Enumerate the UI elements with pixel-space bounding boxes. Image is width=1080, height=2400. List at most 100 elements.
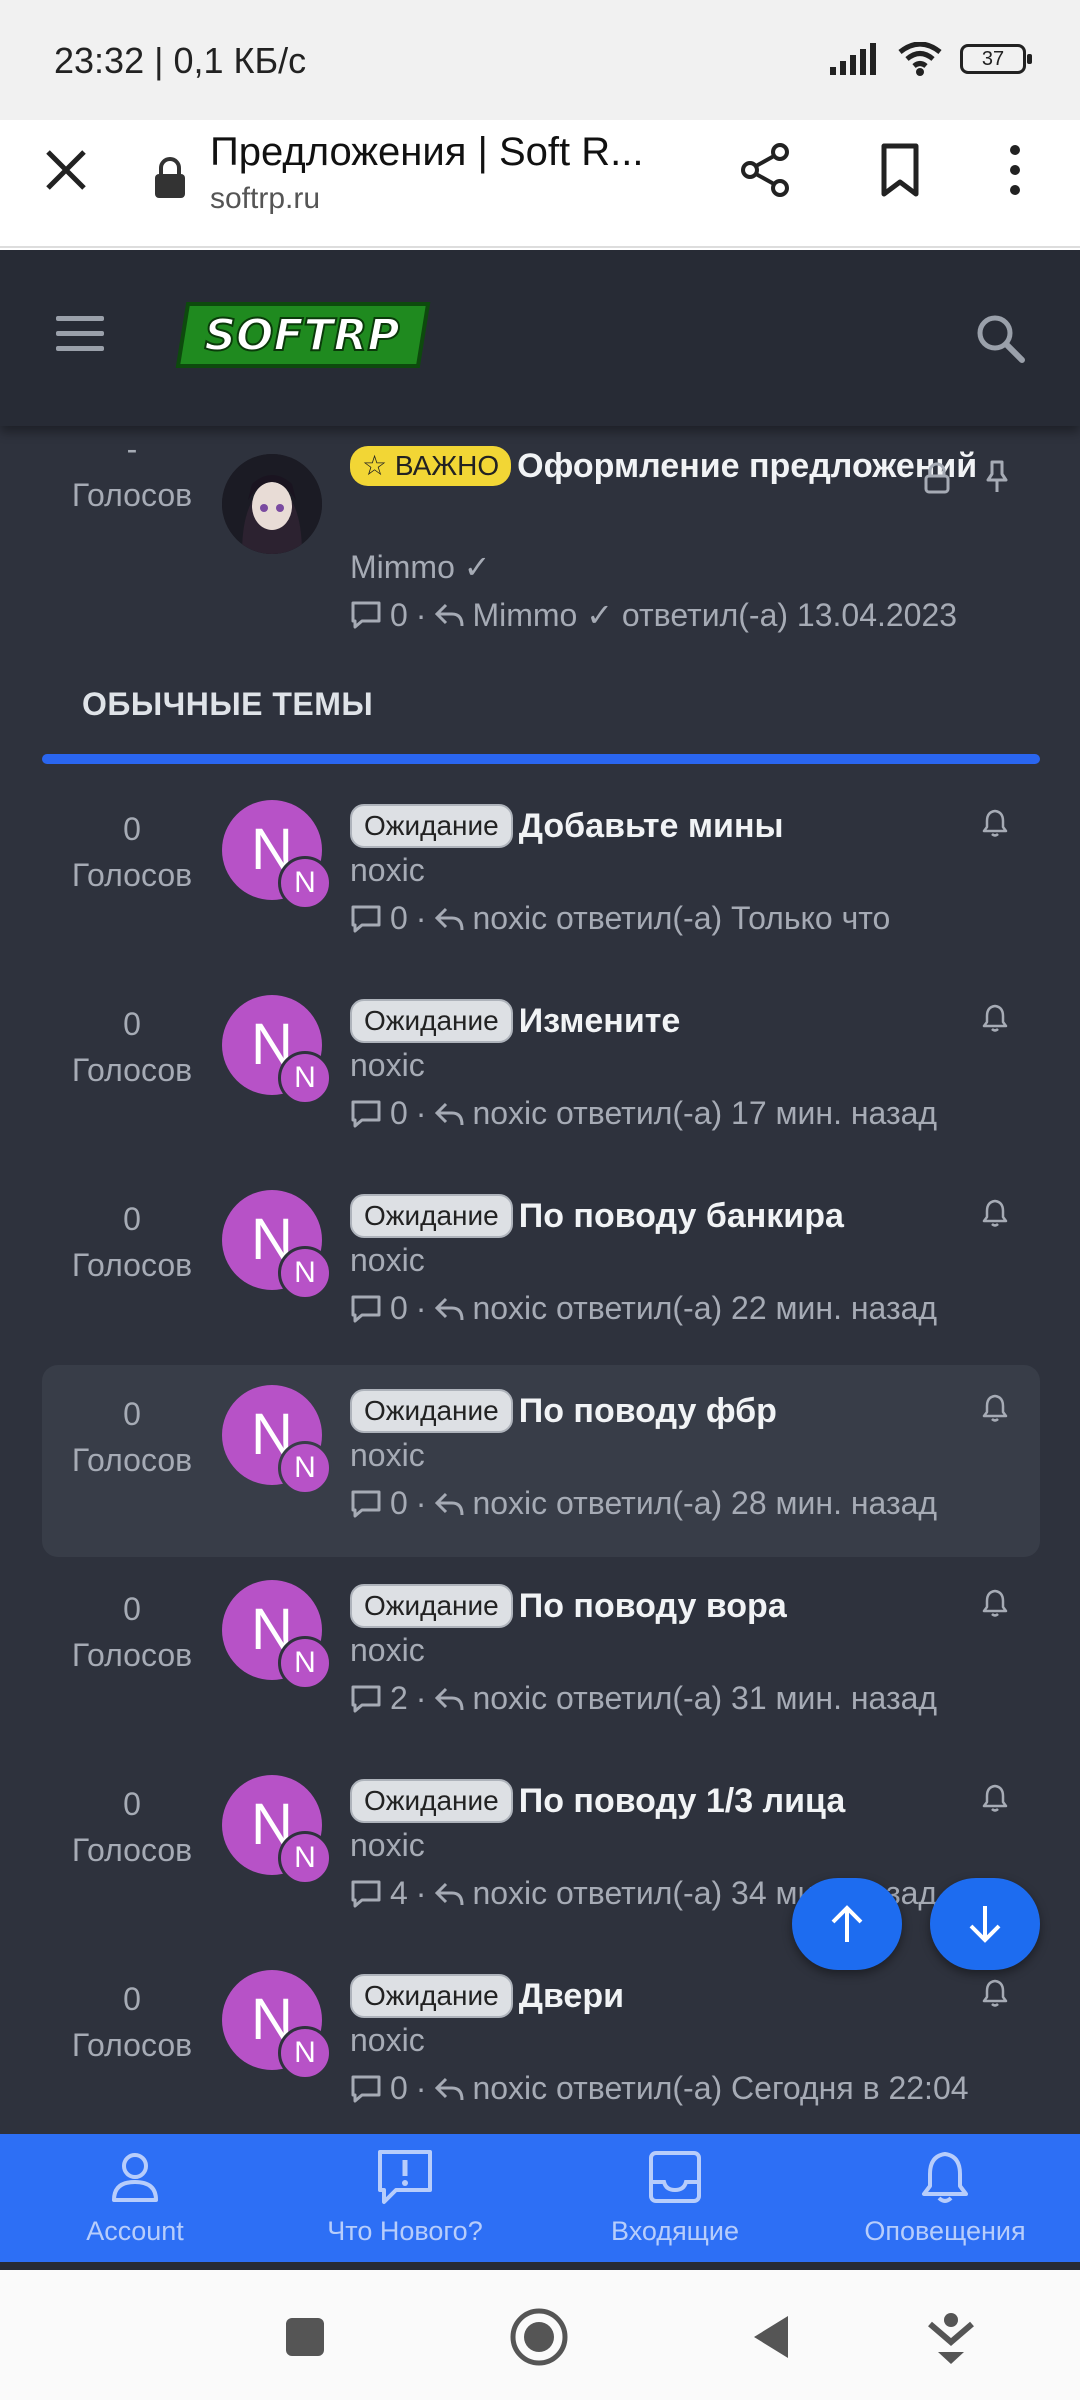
assistant-icon[interactable] xyxy=(926,2310,976,2366)
scroll-bottom-button[interactable] xyxy=(930,1878,1040,1970)
reply-count: 0 xyxy=(390,1485,408,1521)
thread-author[interactable]: noxic xyxy=(350,1242,425,1279)
status-bar: 23:32 | 0,1 КБ/с 37 xyxy=(0,0,1080,120)
thread-title[interactable]: Оформление предложений xyxy=(517,447,977,485)
thread-author[interactable]: noxic xyxy=(350,2022,425,2059)
thread-title-line[interactable]: ☆ ВАЖНО Оформление предложений xyxy=(350,440,990,492)
watch-bell-icon[interactable] xyxy=(980,1783,1010,1813)
watch-bell-icon[interactable] xyxy=(980,1393,1010,1423)
thread-title[interactable]: По поводу фбр xyxy=(519,1392,777,1430)
thread-title[interactable]: Двери xyxy=(519,1977,624,2015)
important-badge: ☆ ВАЖНО xyxy=(350,446,512,486)
thread-author[interactable]: noxic xyxy=(350,1827,425,1864)
watch-bell-icon[interactable] xyxy=(980,1978,1010,2008)
thread-author[interactable]: noxic xyxy=(350,1437,425,1474)
thread-author[interactable]: noxic xyxy=(350,1047,425,1084)
thread-row[interactable]: 0 Голосов N N Ожидание Измените noxic 0 · noxic о… xyxy=(42,975,1040,1167)
status-badge: Ожидание xyxy=(350,1974,513,2018)
thread-title-line[interactable]: Ожидание По поводу фбр xyxy=(350,1385,990,1437)
last-reply[interactable]: noxic ответил(-а) 28 мин. назад xyxy=(472,1485,937,1522)
avatar-small[interactable]: N xyxy=(278,2026,332,2080)
watch-bell-icon[interactable] xyxy=(980,1003,1010,1033)
share-icon[interactable] xyxy=(738,142,794,198)
nav-label: Оповещения xyxy=(864,2216,1026,2246)
vote-count: 0 Голосов xyxy=(71,1006,193,1088)
status-badge: Ожидание xyxy=(350,1389,513,1433)
nav-label: Account xyxy=(86,2216,184,2246)
reply-count: 0 xyxy=(390,1095,408,1131)
thread-row[interactable]: 0 Голосов N N Ожидание По поводу фбр noxic 0 · no… xyxy=(42,1365,1040,1557)
thread-author[interactable]: noxic xyxy=(350,1632,425,1669)
thread-list: - Голосов ☆ ВАЖНО Оформление предложений … xyxy=(0,426,1080,2270)
last-reply[interactable]: noxic ответил(-а) 31 мин. назад xyxy=(472,1680,937,1717)
watch-bell-icon[interactable] xyxy=(980,1588,1010,1618)
last-reply[interactable]: noxic ответил(-а) 17 мин. назад xyxy=(472,1095,937,1132)
thread-row[interactable]: 0 Голосов N N Ожидание По поводу банкира noxic… xyxy=(42,1170,1040,1362)
back-icon[interactable] xyxy=(750,2312,792,2362)
thread-title-line[interactable]: Ожидание По поводу вора xyxy=(350,1580,990,1632)
thread-title-line[interactable]: Ожидание Двери xyxy=(350,1970,990,2022)
last-reply[interactable]: Mimmo ✓ ответил(-а) 13.04.2023 xyxy=(472,596,957,634)
home-icon[interactable] xyxy=(508,2306,570,2368)
status-badge: Ожидание xyxy=(350,1584,513,1628)
thread-title-line[interactable]: Ожидание Добавьте мины xyxy=(350,800,990,852)
nav-whats-new[interactable]: Что Нового? xyxy=(270,2134,540,2262)
last-reply[interactable]: noxic ответил(-а) 22 мин. назад xyxy=(472,1290,937,1327)
scroll-top-button[interactable] xyxy=(792,1878,902,1970)
thread-author[interactable]: noxic xyxy=(350,852,425,889)
close-icon[interactable] xyxy=(40,144,92,196)
last-reply[interactable]: noxic ответил(-а) Только что xyxy=(472,900,890,937)
more-options-icon[interactable] xyxy=(1000,142,1030,198)
thread-title[interactable]: По поводу 1/3 лица xyxy=(519,1782,846,1820)
thread-meta: 0 · noxic ответил(-а) 28 мин. назад xyxy=(350,1485,937,1522)
avatar[interactable] xyxy=(222,454,322,554)
thread-author[interactable]: Mimmo ✓ xyxy=(350,548,491,586)
thread-title[interactable]: По поводу банкира xyxy=(519,1197,844,1235)
thread-title[interactable]: Добавьте мины xyxy=(519,807,784,845)
whats-new-icon xyxy=(378,2150,432,2204)
nav-notifications[interactable]: Оповещения xyxy=(810,2134,1080,2262)
arrow-up-icon xyxy=(831,1905,863,1942)
avatar-small[interactable]: N xyxy=(278,1441,332,1495)
recent-apps-icon[interactable] xyxy=(284,2316,326,2358)
thread-meta: 0 · noxic ответил(-а) 17 мин. назад xyxy=(350,1095,937,1132)
important-thread[interactable]: - Голосов ☆ ВАЖНО Оформление предложений … xyxy=(42,431,1040,640)
thread-title-line[interactable]: Ожидание Измените xyxy=(350,995,990,1047)
search-icon[interactable] xyxy=(974,312,1026,364)
reply-icon xyxy=(435,1492,464,1515)
reply-count: 2 xyxy=(390,1680,408,1716)
avatar-small[interactable]: N xyxy=(278,1831,332,1885)
thread-title-line[interactable]: Ожидание По поводу 1/3 лица xyxy=(350,1775,990,1827)
avatar-small[interactable]: N xyxy=(278,1246,332,1300)
watch-bell-icon[interactable] xyxy=(980,808,1010,838)
reply-icon xyxy=(435,1882,464,1905)
bookmark-icon[interactable] xyxy=(872,142,928,198)
status-time: 23:32 | 0,1 КБ/с xyxy=(54,40,307,81)
thread-row[interactable]: 0 Голосов N N Ожидание Добавьте мины noxic 0 · no… xyxy=(42,780,1040,972)
pin-icon xyxy=(986,460,1008,492)
thread-row[interactable]: 0 Голосов N N Ожидание Двери noxic 0 · noxic отве… xyxy=(42,1950,1040,2142)
comment-icon xyxy=(351,1490,381,1517)
nav-account[interactable]: Account xyxy=(0,2134,270,2262)
thread-row[interactable]: 0 Голосов N N Ожидание По поводу вора noxic 2 · n… xyxy=(42,1560,1040,1752)
thread-title[interactable]: Измените xyxy=(519,1002,681,1040)
menu-icon[interactable] xyxy=(56,316,104,352)
nav-label: Входящие xyxy=(610,2216,739,2246)
thread-title[interactable]: По поводу вора xyxy=(519,1587,787,1625)
avatar-small[interactable]: N xyxy=(278,856,332,910)
vote-count: - Голосов xyxy=(71,431,193,513)
comment-icon xyxy=(351,1685,381,1712)
page-title[interactable]: Предложения | Soft R... xyxy=(210,130,644,175)
avatar-small[interactable]: N xyxy=(278,1636,332,1690)
status-icons: 37 xyxy=(830,42,1032,76)
thread-title-line[interactable]: Ожидание По поводу банкира xyxy=(350,1190,990,1242)
reply-count: 4 xyxy=(390,1875,408,1911)
vote-count: 0 Голосов xyxy=(71,1396,193,1478)
thread-meta: 0 · Mimmo ✓ ответил(-а) 13.04.2023 xyxy=(350,596,957,634)
last-reply[interactable]: noxic ответил(-а) Сегодня в 22:04 xyxy=(472,2070,968,2107)
watch-bell-icon[interactable] xyxy=(980,1198,1010,1228)
avatar-small[interactable]: N xyxy=(278,1051,332,1105)
page-url[interactable]: softrp.ru xyxy=(210,182,320,216)
site-logo[interactable]: SOFTRP xyxy=(172,294,436,376)
nav-inbox[interactable]: Входящие xyxy=(540,2134,810,2262)
